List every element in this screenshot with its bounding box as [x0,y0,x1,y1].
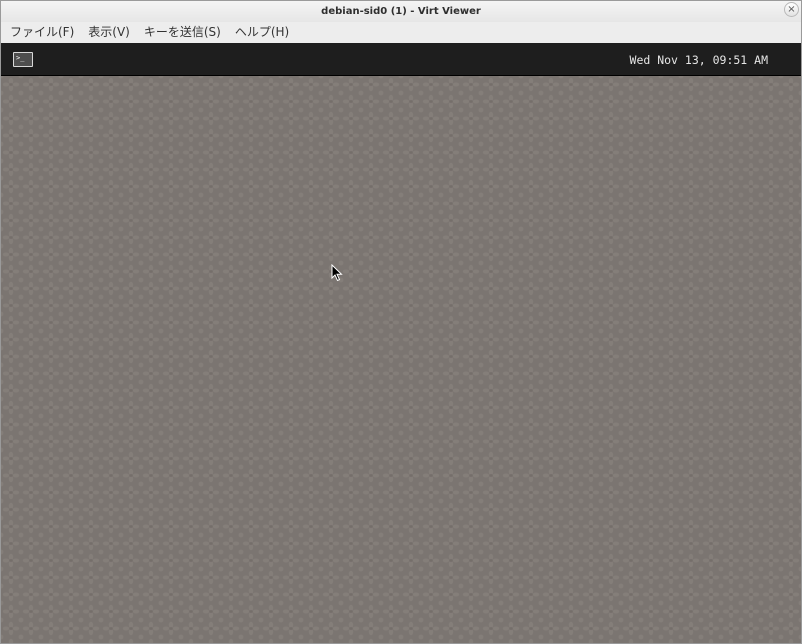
virt-viewer-window: debian-sid0 (1) - Virt Viewer × ファイル(F) … [0,0,802,644]
guest-desktop[interactable] [1,76,801,643]
mouse-pointer-icon [331,264,343,282]
menu-send-key[interactable]: キーを送信(S) [137,22,228,43]
menu-file[interactable]: ファイル(F) [3,22,81,43]
menu-help[interactable]: ヘルプ(H) [228,22,296,43]
close-button[interactable]: × [784,2,799,17]
panel-clock[interactable]: Wed Nov 13, 09:51 AM [630,43,768,76]
terminal-icon[interactable]: >_ [13,52,33,67]
guest-top-panel: >_ Wed Nov 13, 09:51 AM [1,43,801,76]
window-title: debian-sid0 (1) - Virt Viewer [321,6,481,17]
close-icon: × [787,4,796,15]
menu-bar: ファイル(F) 表示(V) キーを送信(S) ヘルプ(H) [1,22,801,43]
vm-display[interactable]: >_ Wed Nov 13, 09:51 AM [1,43,801,643]
title-bar[interactable]: debian-sid0 (1) - Virt Viewer × [1,1,801,22]
terminal-prompt-glyph: >_ [16,54,25,62]
wallpaper-pattern [1,76,801,643]
menu-view[interactable]: 表示(V) [81,22,137,43]
